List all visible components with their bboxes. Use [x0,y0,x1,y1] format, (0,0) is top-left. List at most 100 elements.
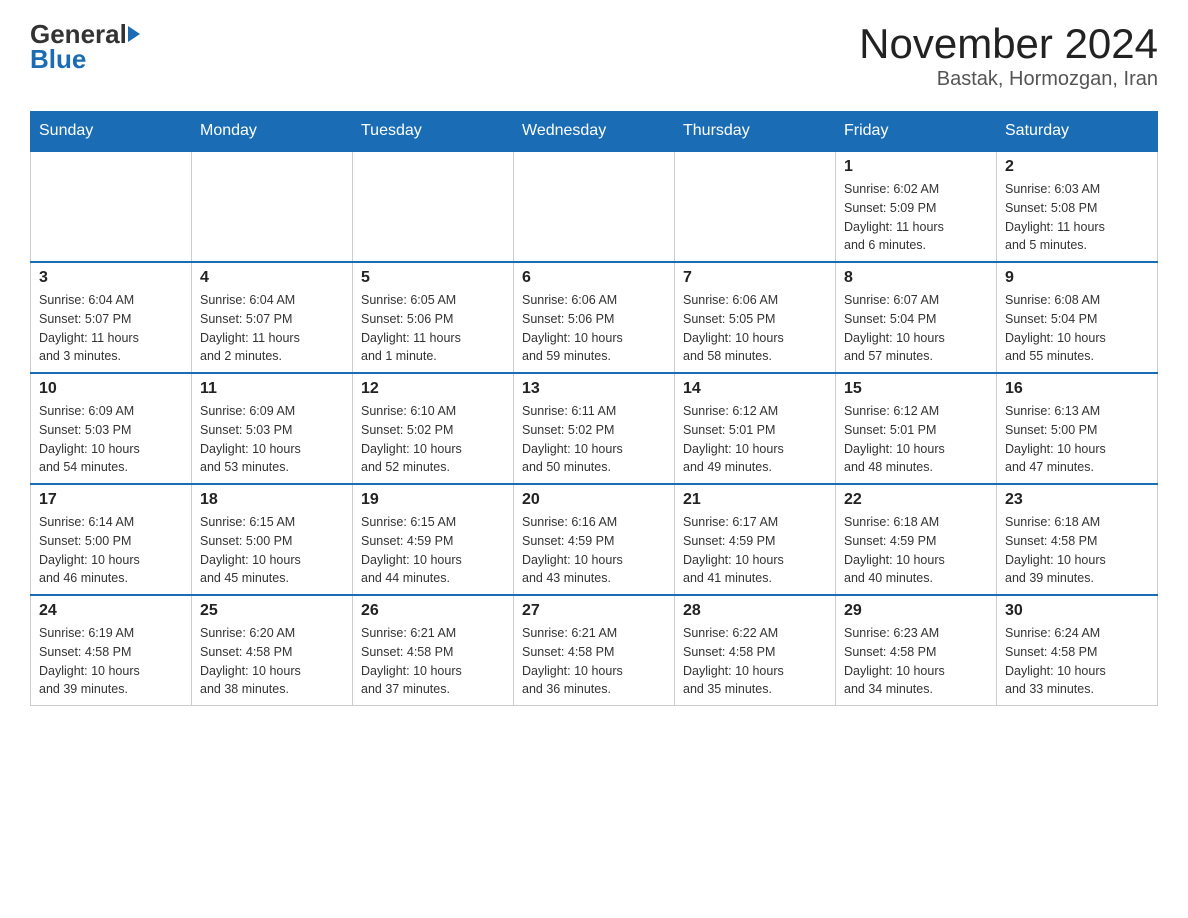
calendar-cell: 27 Sunrise: 6:21 AMSunset: 4:58 PMDayligh… [514,595,675,706]
calendar-cell: 6Sunrise: 6:06 AMSunset: 5:06 PMDaylight… [514,262,675,373]
day-number: 10 [39,380,183,398]
day-number: 18 [200,491,344,509]
weekday-header-monday: Monday [192,112,353,152]
day-info: Sunrise: 6:15 AMSunset: 4:59 PMDaylight:… [361,513,505,588]
logo-triangle-icon [128,26,140,42]
day-info: Sunrise: 6:02 AMSunset: 5:09 PMDaylight:… [844,180,988,255]
day-info: Sunrise: 6:23 AMSunset: 4:58 PMDaylight:… [844,624,988,699]
calendar-cell [353,151,514,262]
calendar-cell: 7 Sunrise: 6:06 AMSunset: 5:05 PMDaylight… [675,262,836,373]
day-number: 11 [200,380,344,398]
calendar-cell [192,151,353,262]
day-info: Sunrise: 6:14 AMSunset: 5:00 PMDaylight:… [39,513,183,588]
day-info: Sunrise: 6:22 AMSunset: 4:58 PMDaylight:… [683,624,827,699]
day-number: 30 [1005,602,1149,620]
day-number: 1 [844,158,988,176]
weekday-header-wednesday: Wednesday [514,112,675,152]
weekday-header-row: SundayMondayTuesdayWednesdayThursdayFrid… [31,112,1158,152]
day-number: 26 [361,602,505,620]
calendar-week-1: 1 Sunrise: 6:02 AMSunset: 5:09 PMDaylight… [31,151,1158,262]
day-number: 2 [1005,158,1149,176]
day-number: 8 [844,269,988,287]
weekday-header-sunday: Sunday [31,112,192,152]
logo-blue: Blue [30,45,140,74]
calendar-week-3: 10 Sunrise: 6:09 AMSunset: 5:03 PMDayligh… [31,373,1158,484]
page-header: General Blue November 2024 Bastak, Hormo… [30,20,1158,91]
calendar-cell: 29Sunrise: 6:23 AMSunset: 4:58 PMDayligh… [836,595,997,706]
day-info: Sunrise: 6:21 AMSunset: 4:58 PMDaylight:… [522,624,666,699]
day-number: 19 [361,491,505,509]
day-info: Sunrise: 6:06 AMSunset: 5:05 PMDaylight:… [683,291,827,366]
calendar-cell: 21 Sunrise: 6:17 AMSunset: 4:59 PMDayligh… [675,484,836,595]
day-number: 25 [200,602,344,620]
calendar-cell: 30 Sunrise: 6:24 AMSunset: 4:58 PMDayligh… [997,595,1158,706]
calendar-cell: 25Sunrise: 6:20 AMSunset: 4:58 PMDayligh… [192,595,353,706]
calendar-table: SundayMondayTuesdayWednesdayThursdayFrid… [30,111,1158,706]
day-number: 12 [361,380,505,398]
day-info: Sunrise: 6:04 AMSunset: 5:07 PMDaylight:… [200,291,344,366]
day-number: 5 [361,269,505,287]
title-block: November 2024 Bastak, Hormozgan, Iran [859,20,1158,91]
day-info: Sunrise: 6:05 AMSunset: 5:06 PMDaylight:… [361,291,505,366]
day-info: Sunrise: 6:11 AMSunset: 5:02 PMDaylight:… [522,402,666,477]
calendar-cell: 17 Sunrise: 6:14 AMSunset: 5:00 PMDayligh… [31,484,192,595]
day-info: Sunrise: 6:19 AMSunset: 4:58 PMDaylight:… [39,624,183,699]
calendar-cell: 11 Sunrise: 6:09 AMSunset: 5:03 PMDayligh… [192,373,353,484]
calendar-week-4: 17 Sunrise: 6:14 AMSunset: 5:00 PMDayligh… [31,484,1158,595]
day-info: Sunrise: 6:08 AMSunset: 5:04 PMDaylight:… [1005,291,1149,366]
day-info: Sunrise: 6:09 AMSunset: 5:03 PMDaylight:… [39,402,183,477]
calendar-cell: 19 Sunrise: 6:15 AMSunset: 4:59 PMDayligh… [353,484,514,595]
day-info: Sunrise: 6:13 AMSunset: 5:00 PMDaylight:… [1005,402,1149,477]
day-number: 21 [683,491,827,509]
day-number: 27 [522,602,666,620]
day-number: 7 [683,269,827,287]
day-info: Sunrise: 6:10 AMSunset: 5:02 PMDaylight:… [361,402,505,477]
day-info: Sunrise: 6:15 AMSunset: 5:00 PMDaylight:… [200,513,344,588]
day-number: 4 [200,269,344,287]
weekday-header-thursday: Thursday [675,112,836,152]
weekday-header-tuesday: Tuesday [353,112,514,152]
day-number: 3 [39,269,183,287]
day-info: Sunrise: 6:09 AMSunset: 5:03 PMDaylight:… [200,402,344,477]
calendar-cell: 24 Sunrise: 6:19 AMSunset: 4:58 PMDayligh… [31,595,192,706]
weekday-header-friday: Friday [836,112,997,152]
calendar-cell [514,151,675,262]
day-info: Sunrise: 6:04 AMSunset: 5:07 PMDaylight:… [39,291,183,366]
logo: General Blue [30,20,140,73]
day-number: 16 [1005,380,1149,398]
calendar-cell: 2 Sunrise: 6:03 AMSunset: 5:08 PMDaylight… [997,151,1158,262]
day-number: 23 [1005,491,1149,509]
day-info: Sunrise: 6:17 AMSunset: 4:59 PMDaylight:… [683,513,827,588]
day-number: 22 [844,491,988,509]
calendar-cell [31,151,192,262]
day-info: Sunrise: 6:06 AMSunset: 5:06 PMDaylight:… [522,291,666,366]
day-info: Sunrise: 6:07 AMSunset: 5:04 PMDaylight:… [844,291,988,366]
day-info: Sunrise: 6:16 AMSunset: 4:59 PMDaylight:… [522,513,666,588]
calendar-cell: 18 Sunrise: 6:15 AMSunset: 5:00 PMDayligh… [192,484,353,595]
day-info: Sunrise: 6:12 AMSunset: 5:01 PMDaylight:… [683,402,827,477]
calendar-title: November 2024 [859,20,1158,68]
weekday-header-saturday: Saturday [997,112,1158,152]
day-number: 14 [683,380,827,398]
day-number: 9 [1005,269,1149,287]
calendar-cell: 14 Sunrise: 6:12 AMSunset: 5:01 PMDayligh… [675,373,836,484]
calendar-cell: 3 Sunrise: 6:04 AMSunset: 5:07 PMDaylight… [31,262,192,373]
day-info: Sunrise: 6:03 AMSunset: 5:08 PMDaylight:… [1005,180,1149,255]
calendar-cell: 12 Sunrise: 6:10 AMSunset: 5:02 PMDayligh… [353,373,514,484]
calendar-cell: 8 Sunrise: 6:07 AMSunset: 5:04 PMDaylight… [836,262,997,373]
calendar-cell: 9 Sunrise: 6:08 AMSunset: 5:04 PMDaylight… [997,262,1158,373]
calendar-cell: 13Sunrise: 6:11 AMSunset: 5:02 PMDayligh… [514,373,675,484]
day-info: Sunrise: 6:18 AMSunset: 4:58 PMDaylight:… [1005,513,1149,588]
day-info: Sunrise: 6:24 AMSunset: 4:58 PMDaylight:… [1005,624,1149,699]
calendar-cell: 22Sunrise: 6:18 AMSunset: 4:59 PMDayligh… [836,484,997,595]
day-number: 24 [39,602,183,620]
calendar-subtitle: Bastak, Hormozgan, Iran [859,68,1158,91]
calendar-cell: 5 Sunrise: 6:05 AMSunset: 5:06 PMDaylight… [353,262,514,373]
day-info: Sunrise: 6:12 AMSunset: 5:01 PMDaylight:… [844,402,988,477]
calendar-cell [675,151,836,262]
day-number: 28 [683,602,827,620]
day-info: Sunrise: 6:21 AMSunset: 4:58 PMDaylight:… [361,624,505,699]
day-number: 17 [39,491,183,509]
day-number: 15 [844,380,988,398]
calendar-week-2: 3 Sunrise: 6:04 AMSunset: 5:07 PMDaylight… [31,262,1158,373]
